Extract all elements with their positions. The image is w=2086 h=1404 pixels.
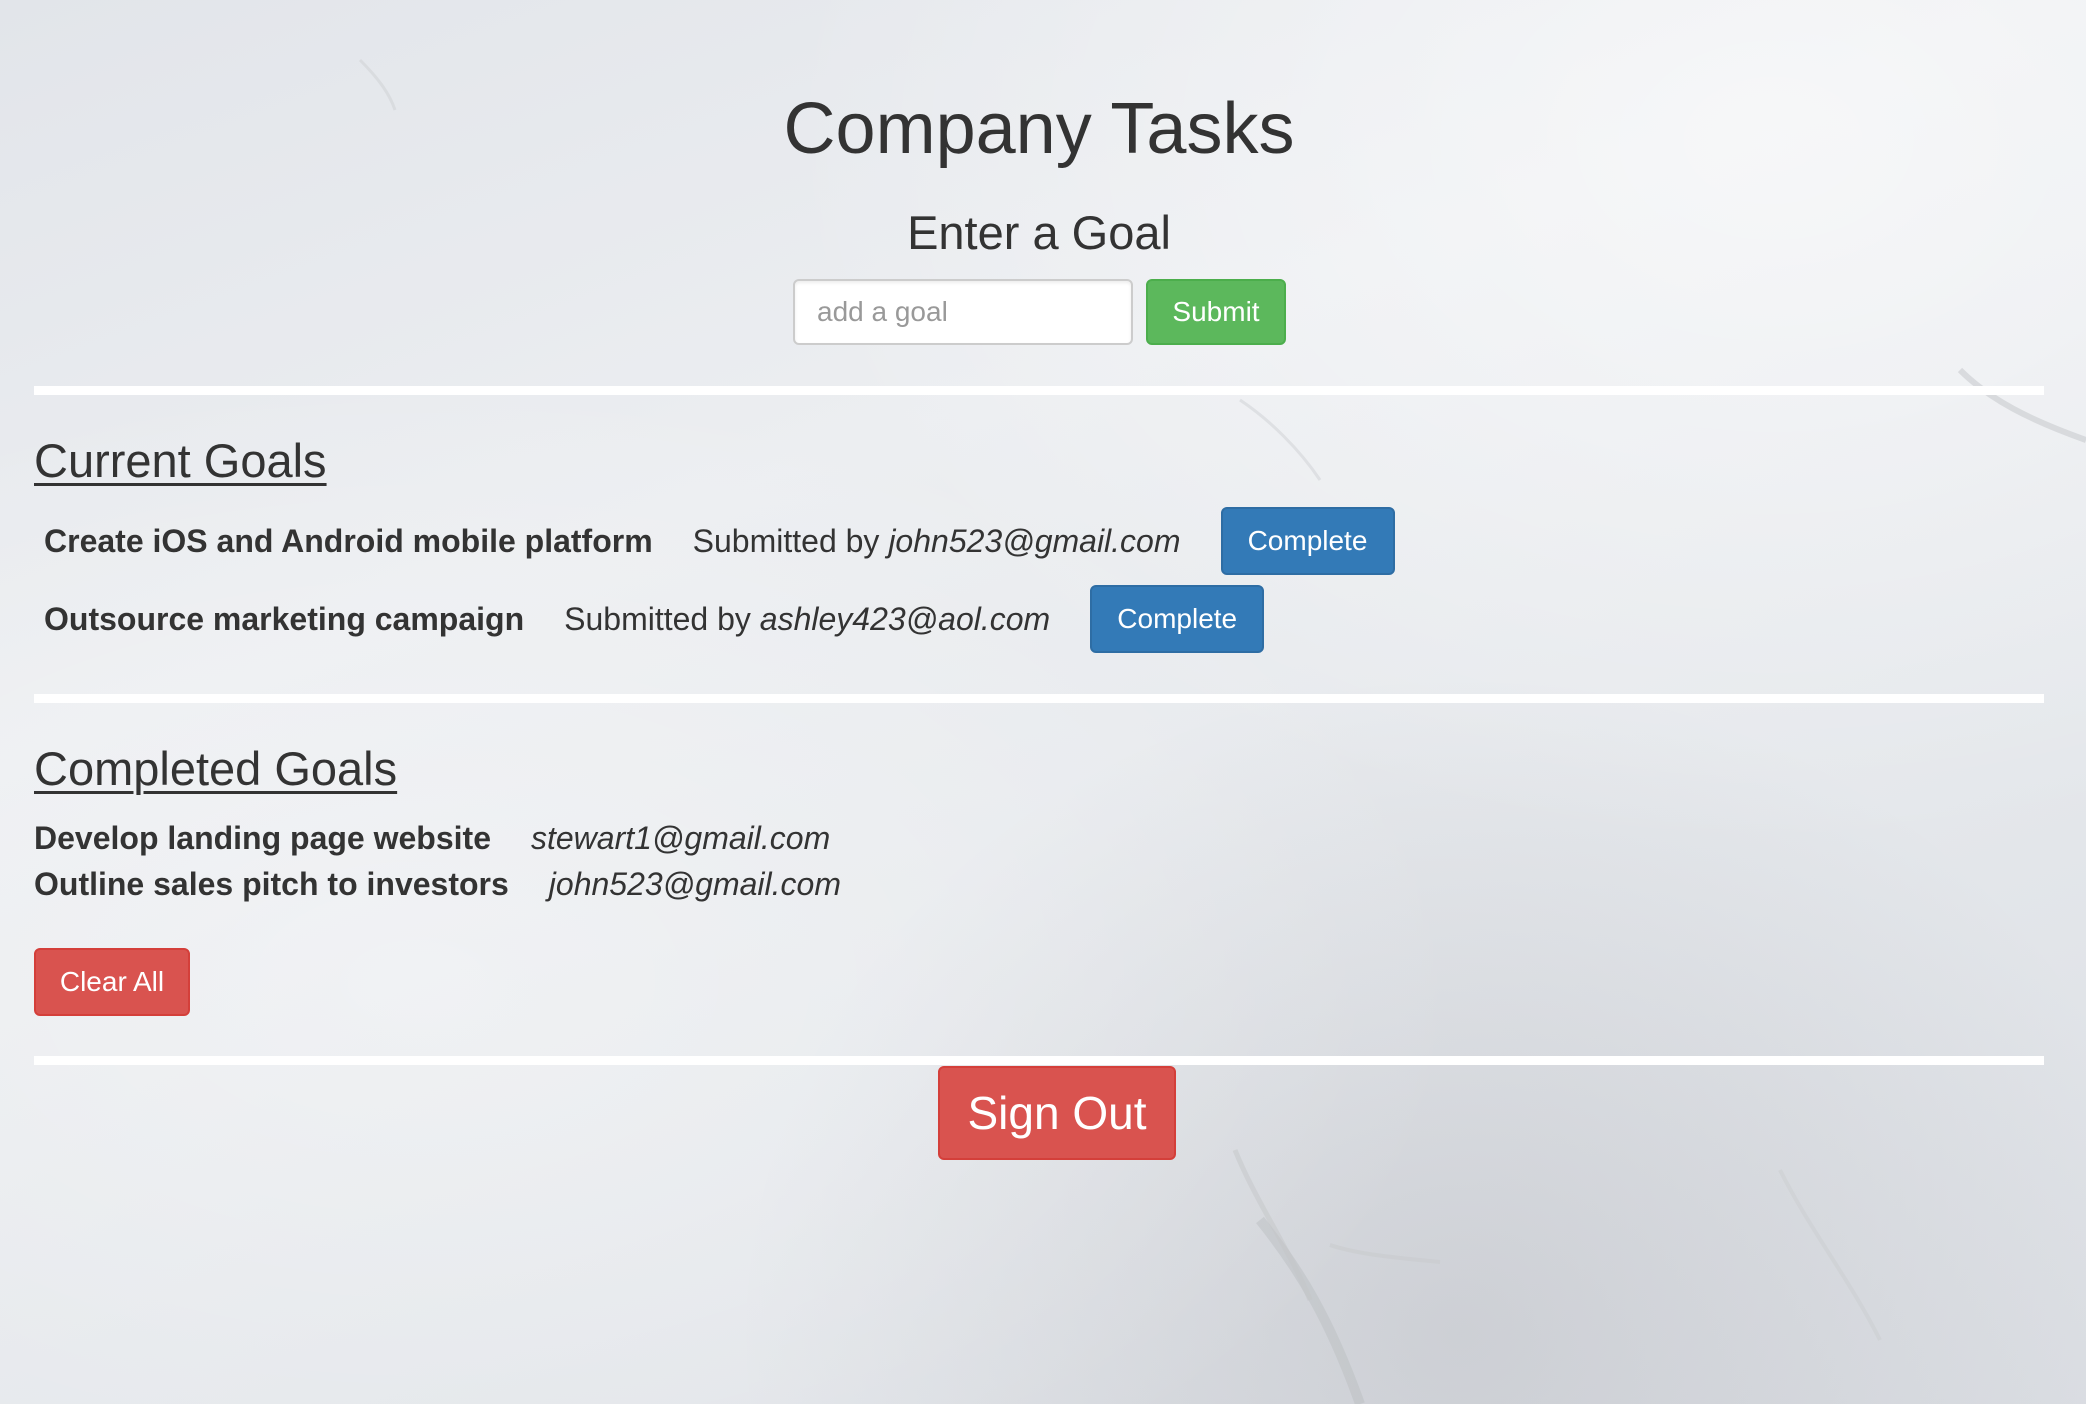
complete-button[interactable]: Complete (1090, 585, 1265, 653)
current-goals-heading: Current Goals (34, 434, 327, 487)
divider (34, 694, 2044, 703)
submit-button[interactable]: Submit (1146, 279, 1286, 345)
current-goal-row: Create iOS and Android mobile platform S… (44, 507, 1395, 575)
goal-title: Outsource marketing campaign (44, 600, 525, 637)
completed-goal-email: stewart1@gmail.com (530, 819, 831, 856)
submitted-by-label: Submitted by (692, 522, 880, 559)
page-title: Company Tasks (783, 89, 1295, 169)
divider (34, 386, 2044, 395)
completed-goal-row: Develop landing page website stewart1@gm… (34, 816, 830, 860)
divider (34, 1056, 2044, 1065)
goal-title: Create iOS and Android mobile platform (44, 522, 653, 559)
submitted-by: Submitted by john523@gmail.com (693, 523, 1181, 560)
clear-all-button[interactable]: Clear All (34, 948, 190, 1016)
complete-button[interactable]: Complete (1220, 507, 1395, 575)
goal-input[interactable] (793, 279, 1133, 345)
page: Company Tasks Enter a Goal Submit Curren… (0, 0, 2086, 1404)
completed-goal-email: john523@gmail.com (548, 865, 841, 902)
completed-goal-title: Outline sales pitch to investors (34, 865, 509, 902)
enter-goal-heading: Enter a Goal (907, 206, 1171, 259)
completed-goal-row: Outline sales pitch to investors john523… (34, 862, 841, 906)
current-goal-row: Outsource marketing campaign Submitted b… (44, 585, 1265, 653)
completed-goals-heading: Completed Goals (34, 742, 398, 795)
submitter-email: john523@gmail.com (888, 522, 1181, 559)
submitter-email: ashley423@aol.com (759, 600, 1051, 637)
submitted-by: Submitted by ashley423@aol.com (564, 601, 1050, 638)
completed-goal-title: Develop landing page website (34, 819, 491, 856)
sign-out-button[interactable]: Sign Out (938, 1066, 1176, 1160)
submitted-by-label: Submitted by (564, 600, 751, 637)
